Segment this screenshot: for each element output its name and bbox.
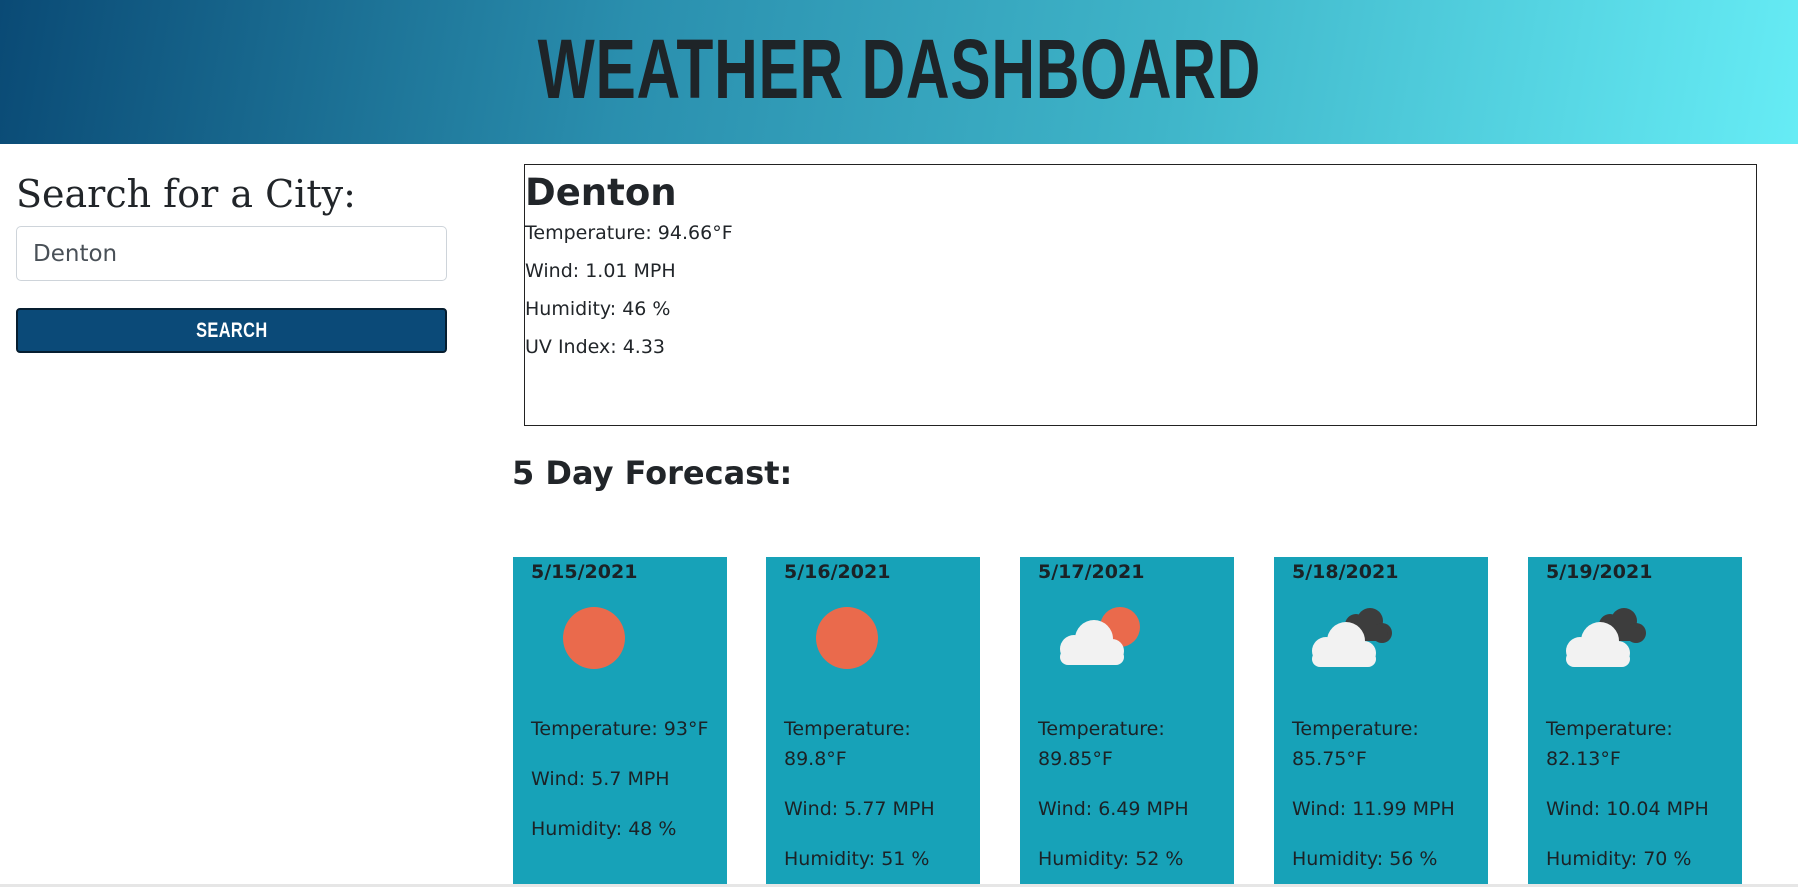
forecast-temperature: Temperature: 82.13°F bbox=[1546, 718, 1673, 770]
search-title: Search for a City: bbox=[16, 172, 356, 216]
forecast-date: 5/16/2021 bbox=[784, 561, 891, 583]
forecast-temperature: Temperature: 89.8°F bbox=[784, 718, 911, 770]
forecast-heading: 5 Day Forecast: bbox=[512, 454, 793, 492]
forecast-humidity: Humidity: 52 % bbox=[1038, 848, 1184, 870]
forecast-date: 5/18/2021 bbox=[1292, 561, 1399, 583]
broken-clouds-icon bbox=[1558, 599, 1658, 699]
page-title: WEATHER DASHBOARD bbox=[537, 21, 1261, 116]
forecast-humidity: Humidity: 48 % bbox=[531, 818, 677, 840]
forecast-humidity: Humidity: 51 % bbox=[784, 848, 930, 870]
current-humidity: Humidity: 46 % bbox=[525, 298, 671, 320]
current-temperature: Temperature: 94.66°F bbox=[525, 222, 733, 244]
forecast-date: 5/19/2021 bbox=[1546, 561, 1653, 583]
sun-icon bbox=[796, 599, 896, 699]
partly-cloudy-icon bbox=[1050, 599, 1150, 699]
search-panel: Search for a City: Denton Search bbox=[16, 168, 448, 353]
forecast-wind: Wind: 5.7 MPH bbox=[531, 768, 670, 790]
forecast-temperature: Temperature: 93°F bbox=[531, 718, 709, 740]
current-uv-index: UV Index: 4.33 bbox=[525, 336, 665, 358]
forecast-date: 5/15/2021 bbox=[531, 561, 638, 583]
forecast-wind: Wind: 11.99 MPH bbox=[1292, 798, 1455, 820]
current-wind: Wind: 1.01 MPH bbox=[525, 260, 676, 282]
forecast-humidity: Humidity: 56 % bbox=[1292, 848, 1438, 870]
current-weather-panel: Denton Temperature: 94.66°F Wind: 1.01 M… bbox=[524, 164, 1757, 426]
forecast-card: 5/19/2021 Temperature: 82.13°F Wind: 10.… bbox=[1528, 557, 1742, 887]
forecast-wind: Wind: 10.04 MPH bbox=[1546, 798, 1709, 820]
search-button[interactable]: Search bbox=[16, 308, 447, 353]
current-city-name: Denton bbox=[525, 171, 677, 214]
forecast-humidity: Humidity: 70 % bbox=[1546, 848, 1692, 870]
search-button-label: Search bbox=[195, 318, 268, 342]
header-banner: WEATHER DASHBOARD bbox=[0, 0, 1798, 144]
forecast-temperature: Temperature: 85.75°F bbox=[1292, 718, 1419, 770]
forecast-card: 5/17/2021 Temperature: 89.85°F Wind: 6.4… bbox=[1020, 557, 1234, 887]
forecast-card: 5/18/2021 Temperature: 85.75°F Wind: 11.… bbox=[1274, 557, 1488, 887]
forecast-card: 5/16/2021 Temperature: 89.8°F Wind: 5.77… bbox=[766, 557, 980, 887]
forecast-temperature: Temperature: 89.85°F bbox=[1038, 718, 1165, 770]
forecast-wind: Wind: 5.77 MPH bbox=[784, 798, 935, 820]
sun-icon bbox=[543, 599, 643, 699]
city-search-value: Denton bbox=[33, 240, 118, 267]
broken-clouds-icon bbox=[1304, 599, 1404, 699]
city-search-input[interactable]: Denton bbox=[16, 226, 447, 281]
forecast-date: 5/17/2021 bbox=[1038, 561, 1145, 583]
forecast-card: 5/15/2021 Temperature: 93°F Wind: 5.7 MP… bbox=[513, 557, 727, 887]
forecast-wind: Wind: 6.49 MPH bbox=[1038, 798, 1189, 820]
